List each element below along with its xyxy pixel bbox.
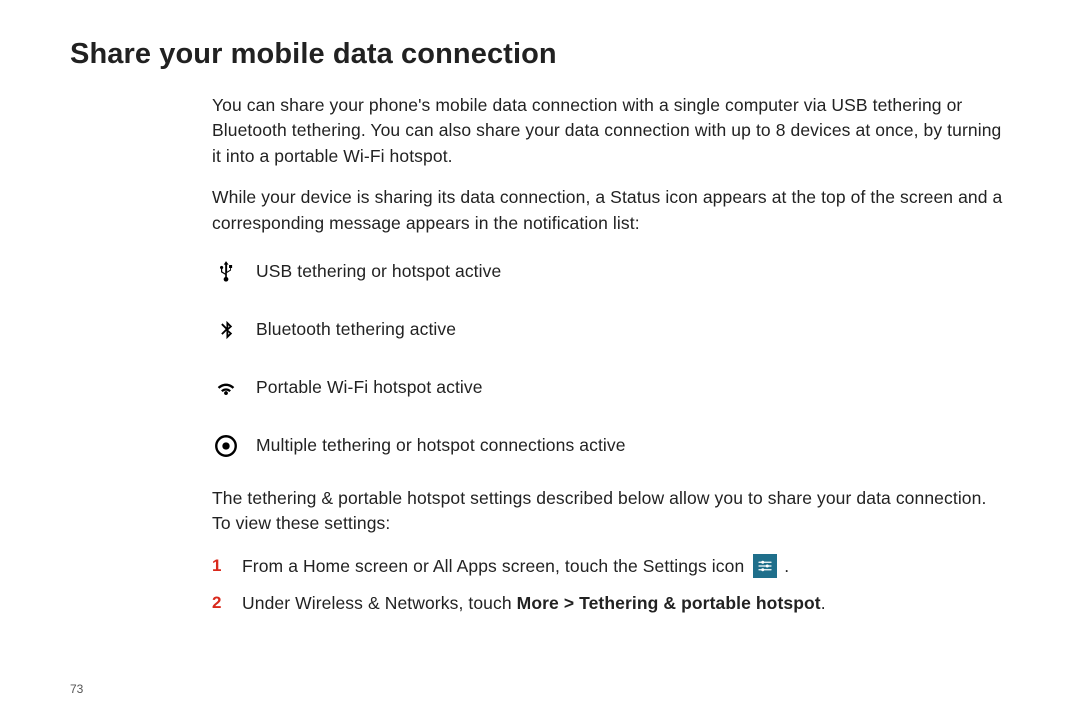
status-icon-label: Portable Wi-Fi hotspot active [256, 375, 483, 400]
status-icon-row: Multiple tethering or hotspot connection… [212, 432, 1006, 460]
document-page: Share your mobile data connection You ca… [0, 0, 1080, 720]
steps-list: From a Home screen or All Apps screen, t… [212, 553, 1006, 617]
step-text: . [821, 593, 826, 613]
bluetooth-icon [212, 316, 240, 344]
wifi-icon [212, 374, 240, 402]
step-item: Under Wireless & Networks, touch More > … [212, 590, 1006, 616]
body-content: You can share your phone's mobile data c… [212, 93, 1006, 616]
status-icon-row: Portable Wi-Fi hotspot active [212, 374, 1006, 402]
target-icon [212, 432, 240, 460]
post-icons-paragraph: The tethering & portable hotspot setting… [212, 486, 1006, 537]
status-icon-row: USB tethering or hotspot active [212, 258, 1006, 286]
status-icon-list: USB tethering or hotspot active Bluetoot… [212, 258, 1006, 460]
step-bold-text: More > Tethering & portable hotspot [517, 593, 821, 613]
page-number: 73 [70, 682, 83, 696]
intro-paragraph: You can share your phone's mobile data c… [212, 93, 1006, 169]
status-icon-label: USB tethering or hotspot active [256, 259, 501, 284]
status-icon-row: Bluetooth tethering active [212, 316, 1006, 344]
settings-icon [753, 554, 777, 578]
step-text: From a Home screen or All Apps screen, t… [242, 556, 749, 576]
step-item: From a Home screen or All Apps screen, t… [212, 553, 1006, 580]
page-title: Share your mobile data connection [70, 38, 1010, 71]
intro-paragraph: While your device is sharing its data co… [212, 185, 1006, 236]
step-text: . [784, 556, 789, 576]
usb-icon [212, 258, 240, 286]
status-icon-label: Bluetooth tethering active [256, 317, 456, 342]
status-icon-label: Multiple tethering or hotspot connection… [256, 433, 626, 458]
step-text: Under Wireless & Networks, touch [242, 593, 517, 613]
